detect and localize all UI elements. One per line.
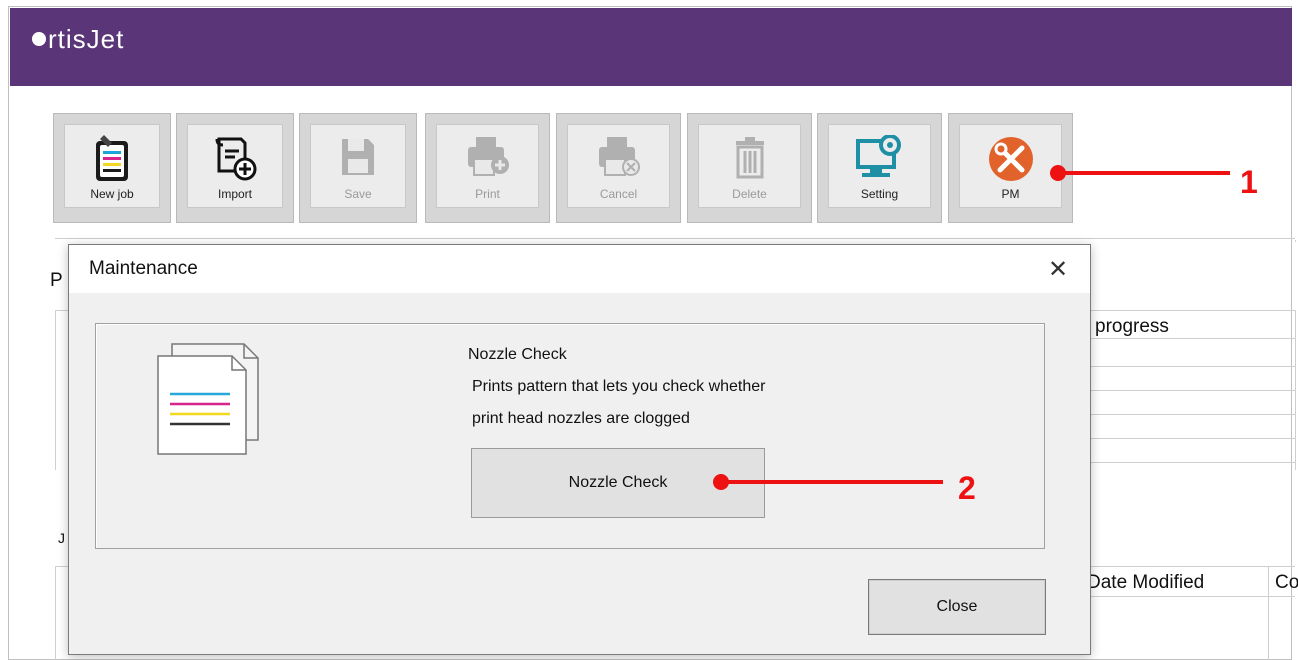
delete-label: Delete [732, 187, 767, 201]
table1-left-border [55, 310, 56, 470]
dialog-close-icon[interactable]: ✕ [1044, 255, 1072, 283]
save-button[interactable]: Save [299, 113, 417, 223]
nozzle-check-description-line-2: print head nozzles are clogged [472, 410, 690, 427]
brand-text: rtisJet [48, 24, 125, 54]
print-button[interactable]: Print [425, 113, 550, 223]
table2-header-co[interactable]: Co [1275, 572, 1298, 594]
import-button[interactable]: Import [176, 113, 294, 223]
table2-header-divider [1080, 596, 1295, 597]
callout-1-line [1058, 171, 1230, 175]
close-button[interactable]: Close [868, 579, 1046, 635]
content-divider [55, 238, 1295, 239]
callout-2-line [721, 480, 943, 484]
setting-label: Setting [860, 187, 899, 201]
monitor-gear-icon [829, 135, 930, 185]
section-label-j: J [58, 530, 65, 546]
import-label: Import [217, 187, 252, 201]
app-title-bar: rtisJet [10, 8, 1292, 86]
table2-col-divider [1268, 566, 1269, 660]
import-icon [188, 135, 282, 185]
new-job-icon [65, 135, 159, 185]
new-job-button[interactable]: New job [53, 113, 171, 223]
table1-header-divider [1080, 338, 1295, 339]
new-job-label: New job [90, 187, 134, 201]
table2-left-border [55, 566, 56, 660]
nozzle-check-heading: Nozzle Check [468, 346, 567, 363]
maintenance-dialog: Maintenance ✕ Nozzle Check Prints patter… [68, 244, 1091, 655]
delete-button[interactable]: Delete [687, 113, 812, 223]
setting-button[interactable]: Setting [817, 113, 942, 223]
table1-right-border [1295, 310, 1296, 470]
dialog-title-bar: Maintenance ✕ [69, 245, 1090, 293]
document-pages-icon [154, 340, 274, 464]
cancel-label: Cancel [599, 187, 638, 201]
table1-header-progress[interactable]: progress [1095, 316, 1169, 338]
brand-logo-icon [32, 32, 46, 47]
app-brand: rtisJet [32, 24, 124, 55]
trash-icon [699, 135, 800, 185]
save-label: Save [344, 187, 372, 201]
print-icon [437, 135, 538, 185]
save-icon [311, 135, 405, 185]
cancel-print-icon [568, 135, 669, 185]
callout-2-number: 2 [958, 470, 976, 506]
cancel-button[interactable]: Cancel [556, 113, 681, 223]
nozzle-check-description-line-1: Prints pattern that lets you check wheth… [472, 378, 766, 395]
print-label: Print [475, 187, 500, 201]
nozzle-check-group: Nozzle Check Prints pattern that lets yo… [95, 323, 1045, 549]
dialog-title: Maintenance [89, 258, 198, 279]
section-label-p: P [50, 270, 63, 291]
pm-label: PM [1001, 187, 1020, 201]
tools-icon [960, 135, 1061, 185]
table2-header-date-modified[interactable]: Date Modified [1087, 572, 1204, 594]
callout-1-number: 1 [1240, 164, 1258, 200]
